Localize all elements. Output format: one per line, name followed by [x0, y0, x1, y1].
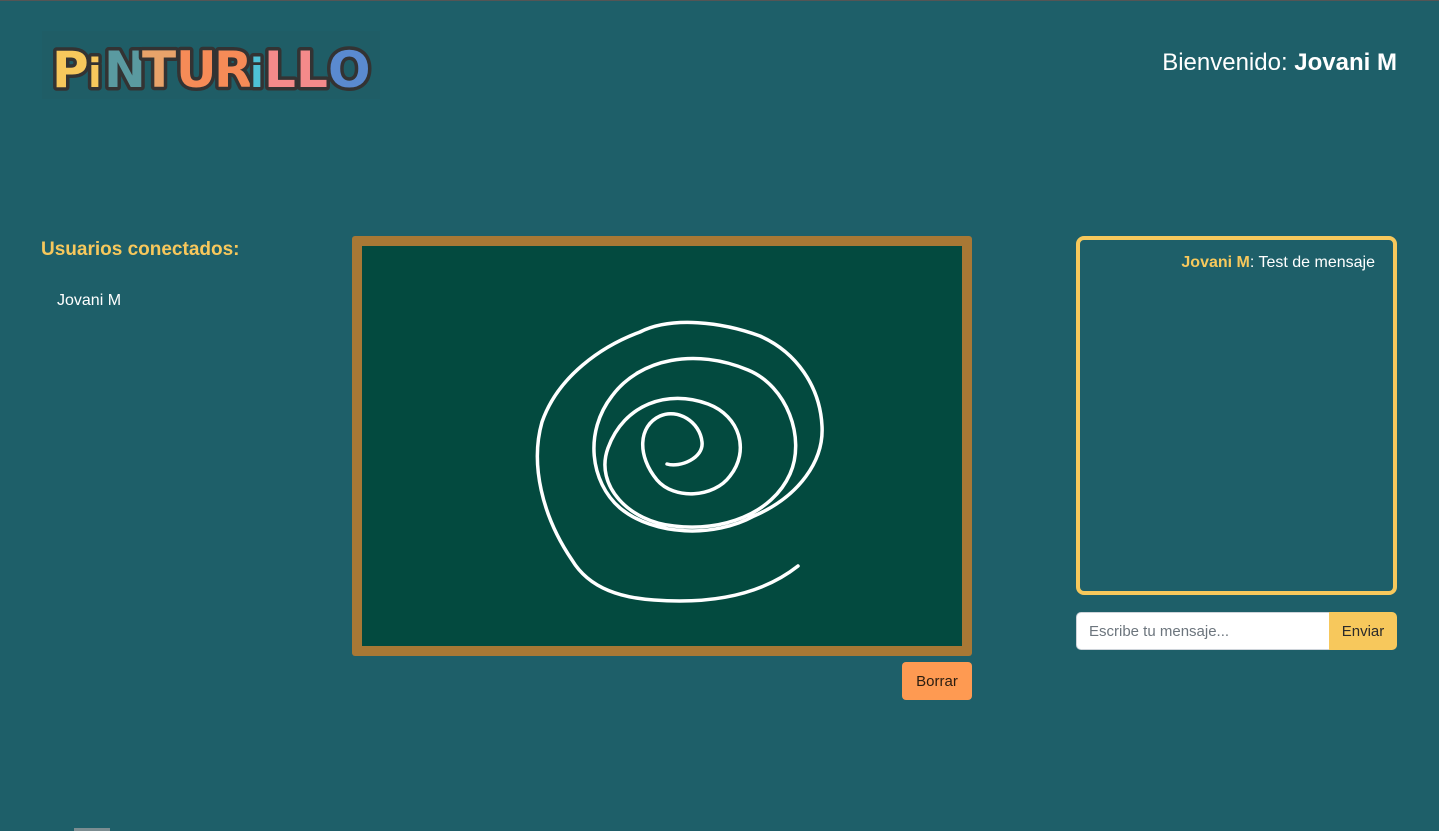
chat-messages-panel[interactable]: Jovani M: Test de mensaje	[1076, 236, 1397, 595]
svg-text:R: R	[214, 41, 253, 99]
drawing-spiral	[535, 320, 824, 603]
connected-users-title: Usuarios conectados:	[41, 239, 240, 260]
chat-message-text: Test de mensaje	[1258, 254, 1375, 271]
svg-text:T: T	[142, 41, 176, 99]
welcome-message: Bienvenido: Jovani M	[1162, 49, 1397, 77]
chat-message-author: Jovani M	[1181, 254, 1250, 271]
welcome-label: Bienvenido:	[1162, 49, 1288, 76]
svg-text:i: i	[250, 51, 264, 97]
svg-text:P: P	[52, 41, 89, 99]
chat-message-input[interactable]	[1076, 612, 1330, 650]
svg-text:O: O	[328, 41, 371, 99]
chat-message: Jovani M: Test de mensaje	[1098, 254, 1375, 272]
svg-text:N: N	[104, 41, 146, 99]
send-message-button[interactable]: Enviar	[1329, 612, 1397, 650]
welcome-username: Jovani M	[1294, 49, 1397, 76]
svg-text:L: L	[264, 41, 296, 99]
svg-text:i: i	[88, 51, 102, 97]
svg-text:L: L	[296, 41, 328, 99]
pinturillo-logo: P i N T U R i L L O	[42, 31, 380, 99]
connected-user-item: Jovani M	[57, 292, 122, 309]
drawing-canvas[interactable]	[362, 246, 962, 646]
clear-board-button[interactable]: Borrar	[902, 662, 972, 700]
drawing-board-frame	[352, 236, 972, 656]
connected-users-list: Jovani M	[57, 292, 121, 310]
svg-text:U: U	[176, 41, 217, 99]
